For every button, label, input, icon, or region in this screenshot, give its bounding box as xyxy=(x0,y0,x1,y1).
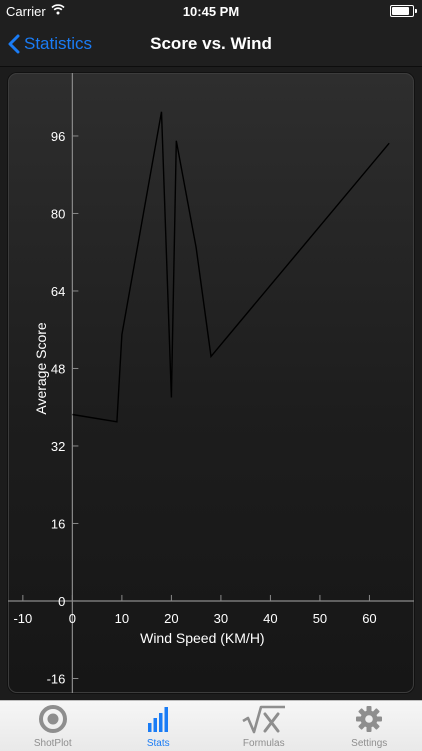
tab-label: Settings xyxy=(317,738,422,749)
battery-icon xyxy=(390,5,414,17)
target-icon xyxy=(38,704,68,737)
y-tick-label: 64 xyxy=(51,284,65,299)
x-tick-label: 60 xyxy=(362,611,376,626)
bar-chart-icon xyxy=(143,704,173,737)
tab-label: Formulas xyxy=(211,738,317,749)
tab-stats[interactable]: Stats xyxy=(106,701,212,751)
tab-settings[interactable]: Settings xyxy=(317,701,422,751)
tab-label: Stats xyxy=(106,738,212,749)
score-vs-wind-chart: -1001020304050607-160163248648096Wind Sp… xyxy=(8,73,414,693)
y-axis-label: Average Score xyxy=(33,322,49,415)
score-series-line xyxy=(72,112,389,422)
tab-bar: ShotPlot Stats Formulas xyxy=(0,700,422,751)
y-tick-label: 32 xyxy=(51,439,65,454)
y-tick-label: 48 xyxy=(51,361,65,376)
y-tick-label: 16 xyxy=(51,516,65,531)
y-tick-label: -16 xyxy=(47,671,66,686)
x-tick-label: -10 xyxy=(13,611,32,626)
plot-panel[interactable]: -1001020304050607-160163248648096Wind Sp… xyxy=(8,73,414,693)
sqrt-x-icon xyxy=(241,704,287,737)
tab-shotplot[interactable]: ShotPlot xyxy=(0,701,106,751)
y-tick-label: 80 xyxy=(51,206,65,221)
x-axis-label: Wind Speed (KM/H) xyxy=(140,630,264,646)
x-tick-label: 30 xyxy=(214,611,228,626)
x-tick-label: 20 xyxy=(164,611,178,626)
back-button-label: Statistics xyxy=(24,34,92,54)
x-tick-label: 50 xyxy=(313,611,327,626)
status-bar: Carrier 10:45 PM xyxy=(0,0,422,22)
tab-formulas[interactable]: Formulas xyxy=(211,701,317,751)
y-tick-label: 96 xyxy=(51,129,65,144)
tab-label: ShotPlot xyxy=(0,738,106,749)
x-tick-label: 10 xyxy=(115,611,129,626)
x-tick-label: 40 xyxy=(263,611,277,626)
navigation-bar: Statistics Score vs. Wind xyxy=(0,22,422,67)
back-button[interactable]: Statistics xyxy=(8,22,92,66)
chevron-left-icon xyxy=(8,34,20,54)
x-tick-label: 0 xyxy=(69,611,76,626)
y-tick-label: 0 xyxy=(58,594,65,609)
status-time: 10:45 PM xyxy=(0,4,422,19)
gear-icon xyxy=(354,704,384,737)
